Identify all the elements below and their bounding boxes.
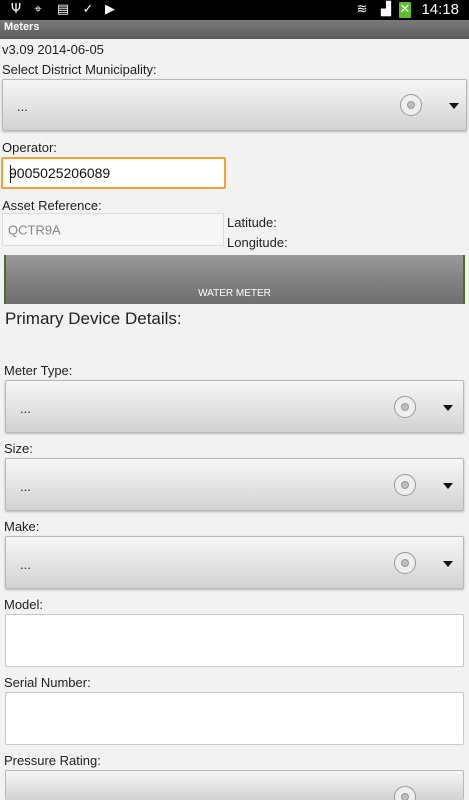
radio-indicator-icon [394, 395, 416, 418]
battery-charging-icon: ✕ [399, 2, 411, 18]
radio-indicator-icon [394, 551, 416, 574]
dropdown-arrow-icon [443, 482, 453, 489]
size-spinner-value: ... [20, 478, 31, 494]
status-bar: Ψ ⌖ ▤ ✓ ▶ ≋ ▟ ✕ 14:18 [0, 0, 469, 20]
asset-reference-value: QCTR9A [8, 222, 61, 237]
dropdown-arrow-icon [449, 103, 459, 109]
app-title: Meters [4, 21, 40, 33]
asset-reference-field[interactable]: QCTR9A [2, 213, 224, 246]
dropdown-arrow-icon [443, 560, 453, 567]
wifi-icon: ≋ [356, 2, 368, 17]
model-input[interactable] [5, 614, 464, 667]
size-spinner[interactable]: ... [5, 458, 464, 511]
latitude-label: Latitude: [227, 215, 277, 230]
clock: 14:18 [421, 1, 459, 18]
meter-type-label: Meter Type: [4, 363, 73, 378]
water-meter-button[interactable]: WATER METER [4, 255, 465, 304]
operator-input[interactable]: 9005025206089 [1, 157, 226, 189]
dropdown-arrow-icon [443, 404, 453, 411]
signal-icon: ▟ [381, 2, 391, 17]
meter-type-spinner[interactable]: ... [5, 380, 464, 433]
shopping-bag-icon: ✓ [82, 2, 94, 17]
district-label: Select District Municipality: [2, 62, 157, 77]
district-spinner-value: ... [17, 99, 28, 114]
longitude-label: Longitude: [227, 235, 288, 250]
gps-icon: ⌖ [34, 2, 42, 17]
radio-indicator-icon [400, 94, 422, 116]
make-spinner[interactable]: ... [5, 536, 464, 589]
model-label: Model: [4, 597, 44, 612]
pressure-rating-spinner[interactable] [5, 770, 464, 800]
radio-indicator-icon [394, 786, 416, 800]
version-text: v3.09 2014-06-05 [2, 42, 104, 57]
radio-indicator-icon [394, 473, 416, 496]
make-label: Make: [4, 519, 40, 534]
app-title-bar: Meters [0, 20, 469, 39]
pressure-rating-label: Pressure Rating: [4, 753, 101, 768]
district-spinner[interactable]: ... [2, 79, 467, 131]
play-store-icon: ▶ [105, 2, 115, 17]
serial-number-label: Serial Number: [4, 675, 91, 690]
operator-label: Operator: [2, 140, 57, 155]
make-spinner-value: ... [20, 556, 31, 572]
no-sim-icon: ▤ [56, 2, 70, 17]
serial-number-input[interactable] [5, 692, 464, 745]
operator-input-value: 9005025206089 [9, 165, 111, 181]
meter-type-spinner-value: ... [20, 400, 31, 416]
asset-reference-label: Asset Reference: [2, 198, 102, 213]
usb-icon: Ψ [10, 2, 22, 17]
primary-device-details-heading: Primary Device Details: [5, 309, 182, 328]
water-meter-button-label: WATER METER [198, 288, 271, 299]
size-label: Size: [4, 441, 33, 456]
